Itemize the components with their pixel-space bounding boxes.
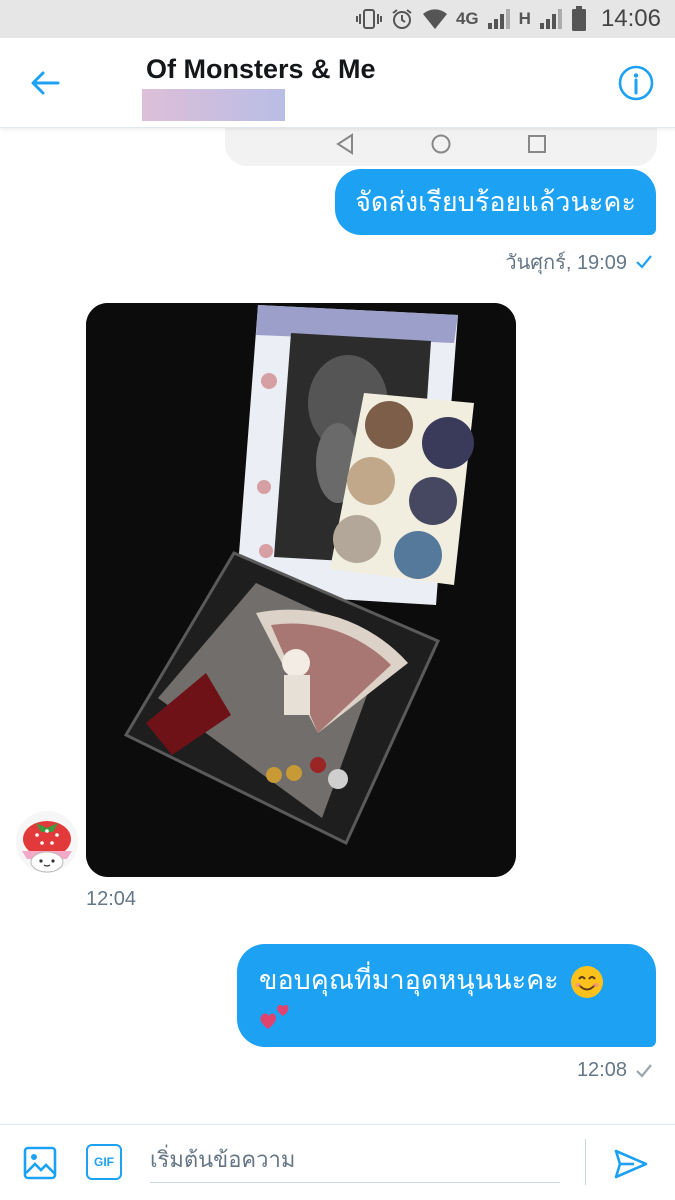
alarm-icon <box>390 7 414 31</box>
sent-message-bubble[interactable]: จัดส่งเรียบร้อยแล้วนะคะ <box>335 169 656 235</box>
conversation-title[interactable]: Of Monsters & Me <box>146 54 376 85</box>
back-button[interactable] <box>22 60 68 106</box>
nav-back-icon <box>336 133 353 155</box>
timestamp-text: 12:08 <box>576 1059 627 1081</box>
cropped-image-preview <box>225 128 657 166</box>
message-timestamp: 12:08 <box>577 1059 653 1082</box>
nav-recents-icon <box>528 135 546 153</box>
message-text: จัดส่งเรียบร้อยแล้วนะคะ <box>355 187 636 217</box>
add-media-button[interactable] <box>22 1145 58 1181</box>
strawberry-avatar-icon <box>22 821 72 873</box>
info-button[interactable] <box>617 64 655 102</box>
status-bar: 4G H 14:06 <box>0 0 675 38</box>
gif-label: GIF <box>94 1155 114 1169</box>
timestamp-text: 12:04 <box>86 888 137 910</box>
arrow-left-icon <box>31 71 60 95</box>
wifi-icon <box>422 8 448 30</box>
message-text: ขอบคุณที่มาอุดหนุนนะคะ <box>259 965 559 995</box>
sender-avatar[interactable] <box>16 811 78 873</box>
status-icons: 4G H 14:06 <box>355 0 661 38</box>
network-type-label: 4G <box>455 9 479 28</box>
message-timestamp: วันศุกร์, 19:09 <box>505 246 653 278</box>
signal-icon <box>539 8 563 30</box>
conversation-thread[interactable]: จัดส่งเรียบร้อยแล้วนะคะ วันศุกร์, 19:09 <box>0 128 675 1124</box>
nav-home-icon <box>431 134 451 154</box>
send-icon <box>614 1149 648 1179</box>
signal-icon <box>487 8 511 30</box>
composer-divider <box>585 1139 586 1185</box>
two-hearts-emoji <box>260 1004 289 1029</box>
message-input[interactable] <box>150 1139 560 1183</box>
network-type-label-2: H <box>518 9 531 28</box>
info-icon <box>618 65 654 101</box>
check-icon <box>636 1063 652 1078</box>
gif-button[interactable]: GIF <box>86 1144 122 1180</box>
battery-icon <box>571 6 587 32</box>
send-button[interactable] <box>612 1145 650 1183</box>
sent-message-bubble[interactable]: ขอบคุณที่มาอุดหนุนนะคะ <box>237 944 656 1047</box>
timestamp-text: วันศุกร์, 19:09 <box>505 252 627 274</box>
message-composer: GIF <box>0 1124 675 1200</box>
photo-content <box>86 303 516 877</box>
received-photo-message[interactable] <box>86 303 516 877</box>
check-icon <box>636 255 652 269</box>
redacted-handle <box>142 89 285 121</box>
conversation-header: Of Monsters & Me <box>0 38 675 128</box>
vibrate-icon <box>355 7 382 31</box>
status-time: 14:06 <box>600 5 661 32</box>
message-timestamp: 12:04 <box>86 888 136 911</box>
smiling-face-emoji <box>571 965 604 998</box>
image-icon <box>23 1146 57 1180</box>
